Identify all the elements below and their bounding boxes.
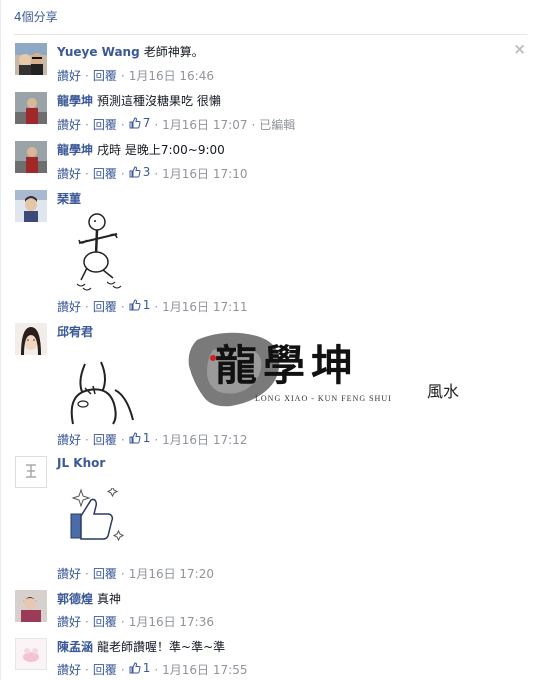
comment-actions: 讚好 · 回覆 · 1 · 1月16日 17:12: [57, 431, 248, 447]
avatar[interactable]: [15, 92, 47, 124]
like-button[interactable]: 讚好: [57, 167, 81, 181]
comment-actions: 讚好 · 回覆 · 3 · 1月16日 17:10: [57, 165, 248, 181]
reply-button[interactable]: 回覆: [93, 300, 117, 314]
comment-author[interactable]: 琹菫: [57, 192, 81, 206]
reply-button[interactable]: 回覆: [93, 118, 117, 132]
thumbs-up-icon: [129, 432, 141, 444]
comment-text: 戌時 是晚上7:00~9:00: [97, 143, 225, 157]
like-button[interactable]: 讚好: [57, 118, 81, 132]
avatar[interactable]: [15, 323, 47, 355]
like-button[interactable]: 讚好: [57, 615, 81, 629]
comment-timestamp[interactable]: 1月16日 17:11: [162, 300, 247, 314]
comment-author[interactable]: Yueye Wang: [57, 45, 140, 59]
comment-text: 老師神算。: [143, 45, 204, 59]
watermark-title: 龍學坤: [215, 341, 360, 390]
thumbs-up-sticker: [70, 488, 125, 542]
comment-actions: 讚好 · 回覆 · 1月16日 17:36: [57, 615, 214, 629]
like-count[interactable]: 3: [129, 165, 150, 179]
like-count[interactable]: 1: [129, 661, 150, 675]
avatar[interactable]: [15, 190, 47, 222]
reply-button[interactable]: 回覆: [93, 615, 117, 629]
comment-text: 龍老師讚喔！準~準~準: [97, 640, 226, 654]
avatar[interactable]: [15, 456, 47, 488]
comment-text: 真神: [97, 592, 122, 606]
watermark-script: 風水: [427, 382, 460, 401]
reply-button[interactable]: 回覆: [93, 663, 117, 677]
edited-label[interactable]: 已編輯: [259, 118, 295, 132]
thumbs-up-icon: [129, 299, 141, 311]
comment-author[interactable]: 郭德煌: [57, 592, 93, 606]
avatar[interactable]: [15, 141, 47, 173]
like-button[interactable]: 讚好: [57, 567, 81, 581]
divider: [14, 34, 527, 35]
shares-count-link[interactable]: 4個分享: [14, 8, 58, 25]
like-button[interactable]: 讚好: [57, 300, 81, 314]
reply-button[interactable]: 回覆: [93, 167, 117, 181]
comment-timestamp[interactable]: 1月16日 17:10: [162, 167, 247, 181]
rabbit-sticker: [70, 361, 134, 425]
comment-text: 預測這種沒糖果吃 很懶: [97, 94, 221, 108]
comment-timestamp[interactable]: 1月16日 17:20: [129, 567, 214, 581]
comment-timestamp[interactable]: 1月16日 17:07: [162, 118, 247, 132]
like-button[interactable]: 讚好: [57, 69, 81, 83]
reply-button[interactable]: 回覆: [93, 433, 117, 447]
like-count[interactable]: 1: [129, 298, 150, 312]
avatar[interactable]: [15, 43, 47, 75]
dancing-character-sticker: [76, 213, 122, 291]
avatar[interactable]: [15, 638, 47, 670]
comments-panel: 4個分享 × Yueye Wang 老師神算。 讚好 · 回覆 · 1月16日 16:46: [0, 0, 540, 680]
watermark-logo: 龍學坤 LONG XIAO - KUN FENG SHUI 風水: [183, 330, 475, 412]
comment-author[interactable]: JL Khor: [57, 456, 105, 470]
comment-actions: 讚好 · 回覆 · 1 · 1月16日 17:55: [57, 661, 248, 677]
reply-button[interactable]: 回覆: [93, 567, 117, 581]
comment-timestamp[interactable]: 1月16日 16:46: [129, 69, 214, 83]
comment-author[interactable]: 龍學坤: [57, 143, 93, 157]
comment-actions: 讚好 · 回覆 · 1月16日 17:20: [57, 567, 214, 581]
thumbs-up-icon: [129, 662, 141, 674]
comment-author[interactable]: 邱宥君: [57, 325, 93, 339]
comment-timestamp[interactable]: 1月16日 17:12: [162, 433, 247, 447]
comment-author[interactable]: 龍學坤: [57, 94, 93, 108]
like-count[interactable]: 1: [129, 431, 150, 445]
comment-timestamp[interactable]: 1月16日 17:36: [129, 615, 214, 629]
thumbs-up-icon: [129, 166, 141, 178]
thumbs-up-icon: [129, 117, 141, 129]
comment-actions: 讚好 · 回覆 · 1月16日 16:46: [57, 69, 214, 83]
comment-timestamp[interactable]: 1月16日 17:55: [162, 663, 247, 677]
avatar[interactable]: [15, 590, 47, 622]
reply-button[interactable]: 回覆: [93, 69, 117, 83]
watermark-subtitle: LONG XIAO - KUN FENG SHUI: [255, 394, 392, 403]
like-button[interactable]: 讚好: [57, 433, 81, 447]
like-count[interactable]: 7: [129, 116, 150, 130]
comment-actions: 讚好 · 回覆 · 7 · 1月16日 17:07 · 已編輯: [57, 116, 296, 132]
comment-actions: 讚好 · 回覆 · 1 · 1月16日 17:11: [57, 298, 248, 314]
comment-author[interactable]: 陳孟涵: [57, 640, 93, 654]
like-button[interactable]: 讚好: [57, 663, 81, 677]
